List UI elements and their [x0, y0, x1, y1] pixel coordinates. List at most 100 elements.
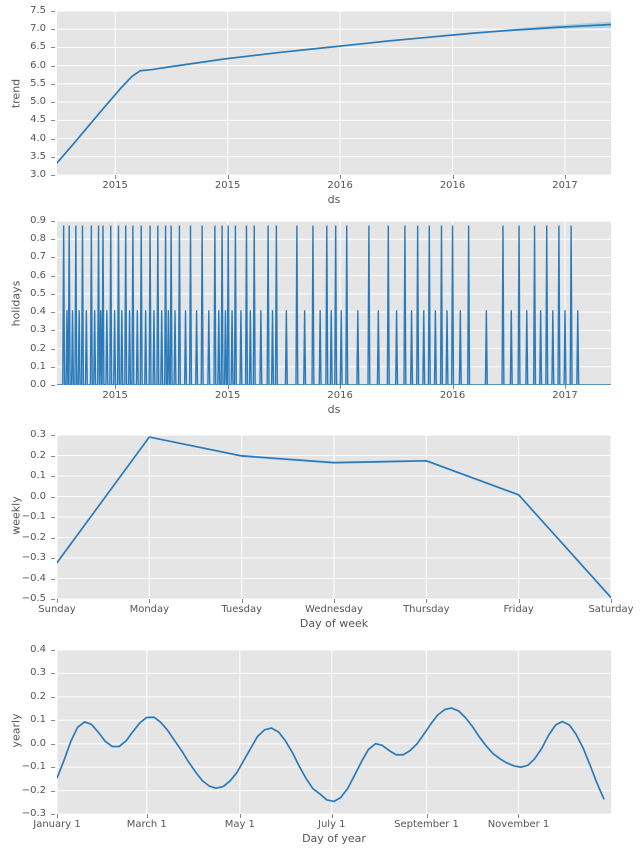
x-tick-mark — [427, 814, 428, 818]
y-tick-label: 0.0 — [30, 737, 46, 749]
trend-xlabel: ds — [327, 193, 341, 206]
y-tick-label: 0.7 — [30, 251, 46, 263]
x-tick-label: 2017 — [552, 390, 578, 401]
x-tick-mark — [565, 385, 566, 389]
y-tick-mark — [51, 599, 55, 600]
x-tick-label: 2016 — [327, 180, 353, 191]
y-tick-label: 7.5 — [30, 5, 46, 16]
y-tick-label: 0.0 — [30, 379, 46, 390]
y-tick-mark — [51, 157, 55, 158]
yearly-svg — [57, 650, 611, 814]
y-tick-mark — [51, 120, 55, 121]
y-tick-label: −0.5 — [21, 593, 46, 604]
y-tick-mark — [51, 29, 55, 30]
y-tick-label: 5.5 — [30, 77, 46, 89]
y-tick-label: 4.0 — [30, 132, 46, 144]
y-tick-label: −0.4 — [21, 572, 46, 584]
y-tick-mark — [51, 744, 55, 745]
trend-gridlines — [57, 11, 611, 175]
x-tick-mark — [453, 175, 454, 179]
holidays-series-line — [57, 225, 611, 385]
trend-svg — [57, 11, 611, 175]
y-tick-mark — [51, 767, 55, 768]
y-tick-mark — [51, 257, 55, 258]
x-tick-label: March 1 — [126, 819, 167, 830]
x-tick-mark — [518, 814, 519, 818]
y-tick-label: 0.9 — [30, 215, 46, 226]
y-tick-label: −0.3 — [21, 808, 46, 819]
y-tick-label: −0.1 — [21, 761, 46, 773]
holidays-plot-area — [57, 221, 611, 385]
y-tick-label: 0.4 — [30, 306, 46, 318]
y-tick-label: 0.6 — [30, 269, 46, 281]
weekly-svg — [57, 435, 611, 599]
x-tick-mark — [149, 599, 150, 603]
x-tick-label: Thursday — [403, 604, 450, 615]
yearly-series-line — [57, 707, 605, 803]
y-tick-label: 0.4 — [30, 644, 46, 655]
y-tick-label: 0.8 — [30, 233, 46, 245]
y-tick-mark — [51, 497, 55, 498]
x-tick-mark — [147, 814, 148, 818]
x-tick-mark — [340, 385, 341, 389]
x-tick-label: 2015 — [214, 390, 241, 401]
y-tick-mark — [51, 720, 55, 721]
y-tick-mark — [51, 175, 55, 176]
y-tick-label: 0.1 — [30, 360, 46, 372]
yearly-plot-area — [57, 650, 611, 814]
y-tick-mark — [51, 139, 55, 140]
y-tick-label: 0.3 — [30, 429, 46, 440]
y-tick-label: 7.0 — [30, 23, 46, 35]
x-tick-label: 2015 — [102, 180, 128, 191]
x-tick-label: 2017 — [552, 180, 578, 191]
x-tick-label: 2015 — [102, 390, 128, 401]
prophet-components-figure: trend 3.0 3.5 4.0 4.5 5.0 5.5 6.0 6.5 7.0 7.5 201… — [0, 0, 641, 859]
y-tick-mark — [51, 276, 55, 277]
panel-trend: trend 3.0 3.5 4.0 4.5 5.0 5.5 6.0 6.5 7.0 7.5 201… — [0, 0, 641, 210]
x-tick-label: Sunday — [38, 604, 76, 615]
x-tick-mark — [115, 175, 116, 179]
y-tick-label: −0.3 — [21, 552, 46, 563]
yearly-xlabel: Day of year — [302, 832, 366, 845]
y-tick-mark — [51, 456, 55, 457]
y-tick-mark — [51, 102, 55, 103]
y-tick-mark — [51, 385, 55, 386]
y-tick-mark — [51, 312, 55, 313]
y-tick-label: 0.3 — [30, 667, 46, 679]
y-tick-mark — [51, 538, 55, 539]
y-tick-mark — [51, 221, 55, 222]
x-tick-mark — [57, 814, 58, 818]
x-tick-label: July 1 — [318, 819, 346, 830]
x-tick-label: Friday — [503, 604, 534, 615]
y-tick-label: 0.2 — [30, 342, 46, 354]
y-tick-mark — [51, 791, 55, 792]
y-tick-mark — [51, 47, 55, 48]
y-tick-label: −0.2 — [21, 784, 46, 796]
x-tick-mark — [611, 599, 612, 603]
x-tick-mark — [228, 175, 229, 179]
y-tick-mark — [51, 697, 55, 698]
trend-uncertainty-band — [57, 21, 611, 163]
y-tick-label: 0.2 — [30, 449, 46, 461]
y-tick-mark — [51, 294, 55, 295]
panel-yearly: yearly −0.3 −0.2 −0.1 0.0 0.1 0.2 0.3 0.4 Janua… — [0, 632, 641, 859]
holidays-svg — [57, 221, 611, 385]
x-tick-mark — [242, 599, 243, 603]
y-tick-mark — [51, 517, 55, 518]
weekly-plot-area — [57, 435, 611, 599]
y-tick-mark — [51, 239, 55, 240]
x-tick-mark — [115, 385, 116, 389]
x-tick-mark — [519, 599, 520, 603]
x-tick-mark — [334, 599, 335, 603]
y-tick-mark — [51, 579, 55, 580]
x-tick-label: Wednesday — [305, 604, 363, 615]
y-tick-label: 6.5 — [30, 41, 46, 53]
x-tick-mark — [426, 599, 427, 603]
x-tick-mark — [57, 599, 58, 603]
y-tick-mark — [51, 814, 55, 815]
y-tick-label: 4.5 — [30, 114, 46, 126]
x-tick-label: 2016 — [439, 180, 466, 191]
y-tick-label: 0.1 — [30, 470, 46, 481]
x-tick-mark — [240, 814, 241, 818]
panel-weekly: weekly −0.5 −0.4 −0.3 −0.2 −0.1 0.0 0.1 0.2 0.3 … — [0, 420, 641, 632]
